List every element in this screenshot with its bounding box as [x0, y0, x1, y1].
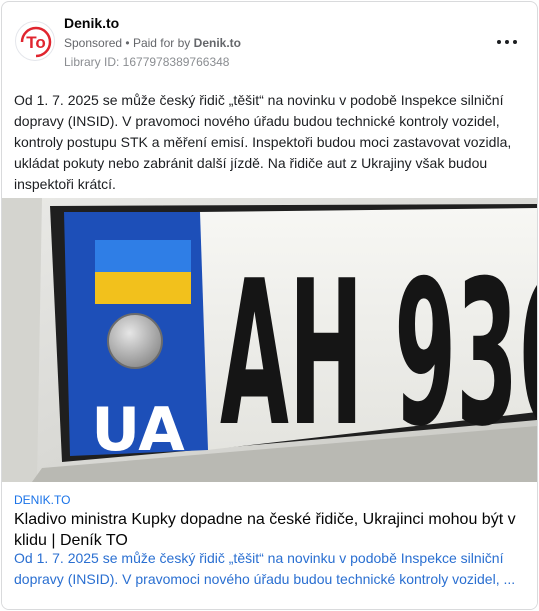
library-id: Library ID: 1677978389766348 [64, 55, 230, 69]
paid-for-by-name[interactable]: Denik.to [194, 36, 241, 50]
link-preview[interactable]: DENIK.TO Kladivo ministra Kupky dopadne … [2, 482, 537, 609]
flag-blue-stripe [95, 240, 191, 272]
post-body-text: Od 1. 7. 2025 se může český řidič „těšit… [14, 92, 512, 192]
sponsored-line: Sponsored • Paid for by Denik.to [64, 36, 241, 50]
ad-card: To Denik.to Sponsored • Paid for by Deni… [1, 1, 538, 610]
page-avatar[interactable]: To [15, 21, 55, 61]
more-options-icon[interactable] [494, 30, 520, 54]
flag-yellow-stripe [95, 272, 191, 304]
svg-text:To: To [26, 33, 46, 52]
post-header: To Denik.to Sponsored • Paid for by Deni… [2, 2, 537, 80]
page-name[interactable]: Denik.to [64, 15, 119, 31]
plate-country-code: UA [91, 395, 185, 465]
link-description[interactable]: Od 1. 7. 2025 se může český řidič „těšit… [14, 548, 524, 590]
link-domain[interactable]: DENIK.TO [14, 493, 70, 507]
sponsored-label: Sponsored [64, 36, 123, 50]
link-image[interactable]: UA AH 936 [2, 198, 537, 482]
license-plate-photo: UA AH 936 [2, 198, 537, 482]
paid-for-by-prefix: Paid for by [132, 36, 191, 50]
denik-to-logo-icon: To [19, 25, 53, 59]
separator-dot: • [125, 36, 133, 50]
link-headline[interactable]: Kladivo ministra Kupky dopadne na české … [14, 509, 519, 551]
